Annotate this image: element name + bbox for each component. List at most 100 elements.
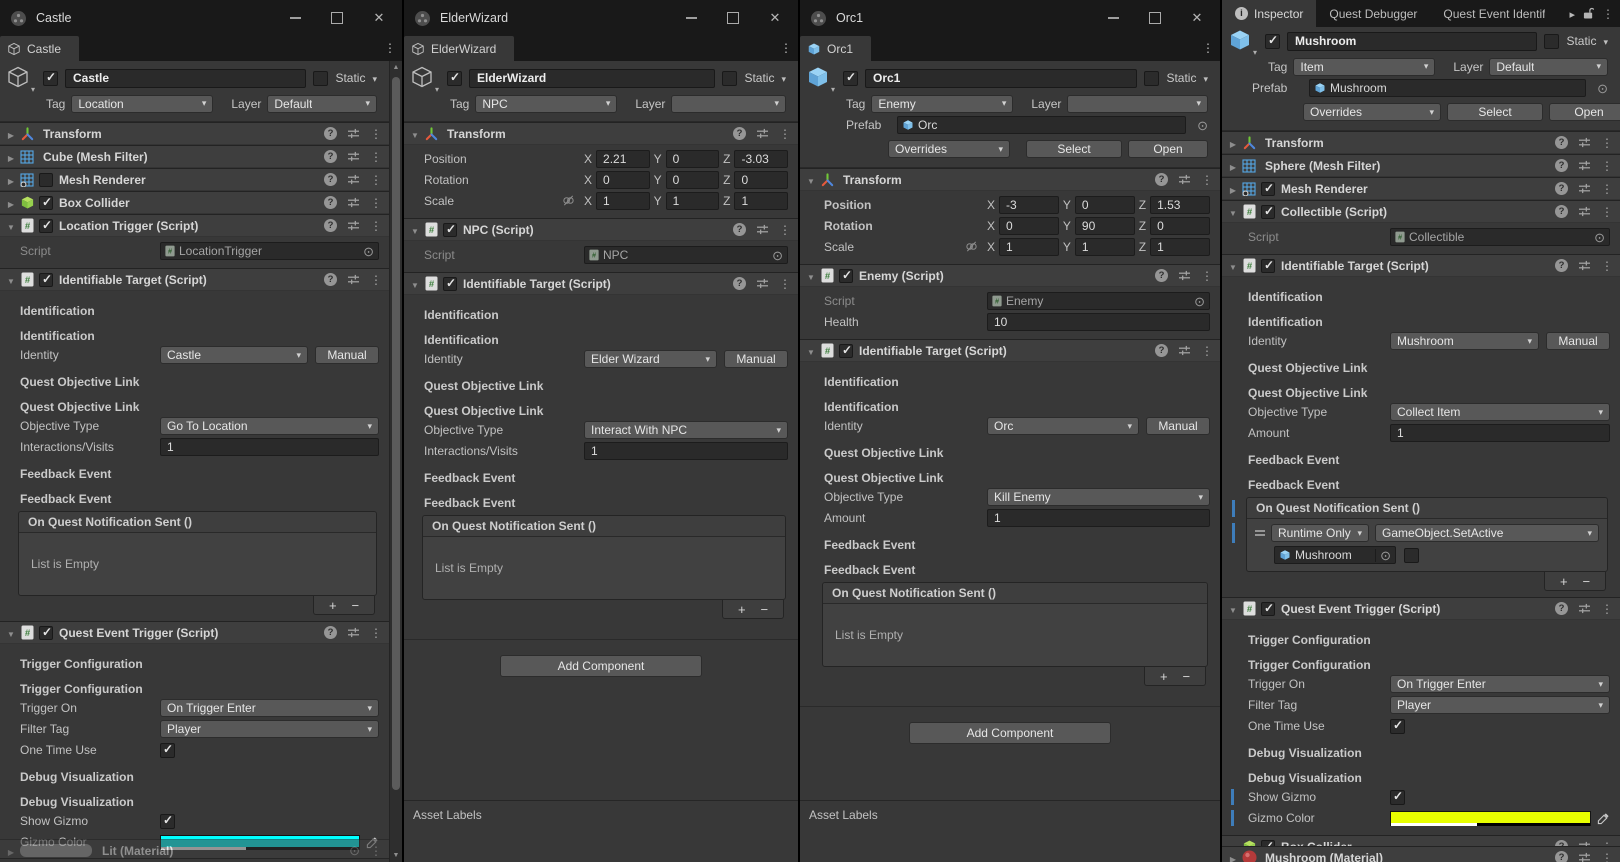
component-menu-icon[interactable] [1601,259,1613,273]
help-icon[interactable] [1155,173,1168,186]
rotation-x-field[interactable]: 0 [596,171,650,189]
scale-y-field[interactable]: 1 [1074,238,1135,256]
tab-menu-icon[interactable] [384,41,396,55]
presets-icon[interactable] [1578,183,1591,194]
scale-x-field[interactable]: 1 [596,192,650,210]
component-enabled-checkbox[interactable] [443,276,457,291]
show-gizmo-checkbox[interactable] [160,813,175,829]
asset-labels-bar[interactable]: Asset Labels [404,800,798,828]
scale-y-field[interactable]: 1 [665,192,720,210]
layer-dropdown[interactable]: Default [1489,57,1608,76]
help-icon[interactable] [1155,344,1168,357]
minimize-button[interactable] [670,0,712,36]
component-menu-icon[interactable] [370,219,382,233]
active-checkbox[interactable] [1265,33,1280,49]
component-menu-icon[interactable] [370,150,382,164]
prefab-cube-icon[interactable] [1228,28,1258,54]
tag-dropdown[interactable]: NPC [475,94,618,113]
tab-menu-icon[interactable] [780,41,792,55]
amount-field[interactable]: 1 [987,509,1210,527]
position-y-field[interactable]: 0 [1074,196,1135,214]
amount-field[interactable]: 1 [1390,424,1610,442]
close-button[interactable] [754,0,796,36]
static-dropdown-caret[interactable] [1203,71,1208,85]
foldout-icon[interactable] [4,626,18,640]
tag-dropdown[interactable]: Location [71,94,214,113]
active-checkbox[interactable] [447,70,462,86]
maximize-button[interactable] [712,0,754,36]
presets-icon[interactable] [347,128,360,139]
close-button[interactable] [358,0,400,36]
scroll-down-arrow[interactable] [390,849,402,862]
component-header-identifiable-target[interactable]: # Identifiable Target (Script) [0,268,389,291]
foldout-icon[interactable] [1226,602,1240,616]
component-enabled-checkbox[interactable] [1261,204,1275,219]
help-icon[interactable] [324,219,337,232]
gameobject-cube-icon[interactable] [6,65,36,91]
component-enabled-checkbox[interactable] [39,172,53,187]
setactive-value-checkbox[interactable] [1404,547,1419,563]
constrain-proportions-icon[interactable] [965,240,978,256]
component-header-identifiable-target[interactable]: # Identifiable Target (Script) [800,339,1220,362]
component-header-mesh-filter[interactable]: Cube (Mesh Filter) [0,145,389,168]
tab-inspector[interactable]: Inspector [1222,0,1317,27]
maximize-button[interactable] [316,0,358,36]
component-menu-icon[interactable] [1201,269,1213,283]
gameobject-cube-icon[interactable] [410,65,440,91]
rotation-y-field[interactable]: 0 [665,171,720,189]
foldout-icon[interactable] [408,223,422,237]
presets-icon[interactable] [756,278,769,289]
object-picker-icon[interactable] [1593,82,1608,95]
select-button[interactable]: Select [1026,140,1122,158]
one-time-use-checkbox[interactable] [1390,718,1405,734]
prefab-object-field[interactable]: Orc [897,116,1187,134]
manual-button[interactable]: Manual [1146,417,1210,435]
object-picker-icon[interactable] [1590,231,1605,244]
tag-dropdown[interactable]: Enemy [871,94,1014,113]
component-menu-icon[interactable] [1601,159,1613,173]
component-menu-icon[interactable] [370,626,382,640]
component-menu-icon[interactable] [370,196,382,210]
presets-icon[interactable] [347,627,360,638]
static-dropdown-caret[interactable] [1603,34,1608,48]
add-event-button[interactable] [1560,574,1568,589]
asset-labels-bar[interactable]: Asset Labels [0,858,389,862]
component-enabled-checkbox[interactable] [39,195,53,210]
prefab-cube-icon[interactable] [806,65,836,91]
scale-x-field[interactable]: 1 [999,238,1059,256]
tab-orc1[interactable]: Orc1 [800,36,872,61]
static-checkbox[interactable] [1544,33,1560,49]
presets-icon[interactable] [1178,345,1191,356]
component-header-transform[interactable]: Transform [404,122,798,145]
component-enabled-checkbox[interactable] [39,272,53,287]
eyedropper-icon[interactable] [1597,812,1610,825]
component-header-transform[interactable]: Transform [1222,131,1620,154]
tab-castle[interactable]: Castle [0,36,80,61]
open-button[interactable]: Open [1549,103,1620,121]
scale-z-field[interactable]: 1 [734,192,789,210]
gameobject-name-field[interactable]: ElderWizard [469,68,716,88]
component-enabled-checkbox[interactable] [1261,601,1275,616]
layer-dropdown[interactable] [1067,94,1208,113]
gameobject-name-field[interactable]: Orc1 [865,68,1138,88]
remove-event-button[interactable] [1582,574,1590,589]
presets-icon[interactable] [1578,137,1591,148]
component-menu-icon[interactable] [1601,182,1613,196]
help-icon[interactable] [1555,205,1568,218]
component-header-box-collider[interactable]: Box Collider [0,191,389,214]
help-icon[interactable] [324,127,337,140]
remove-event-button[interactable] [1182,669,1190,684]
remove-event-button[interactable] [351,598,359,613]
position-z-field[interactable]: 1.53 [1150,196,1210,214]
gizmo-color-swatch[interactable] [1390,810,1591,826]
event-target-object-field[interactable]: Mushroom [1274,546,1396,564]
component-header-mesh-filter[interactable]: Sphere (Mesh Filter) [1222,154,1620,177]
tab-elderwizard[interactable]: ElderWizard [404,36,515,61]
foldout-icon[interactable] [1226,136,1240,150]
presets-icon[interactable] [1578,603,1591,614]
script-object-field[interactable]: # Collectible [1390,228,1610,246]
foldout-icon[interactable] [408,127,422,141]
foldout-icon[interactable] [4,150,18,164]
manual-button[interactable]: Manual [724,350,788,368]
rotation-z-field[interactable]: 0 [734,171,789,189]
